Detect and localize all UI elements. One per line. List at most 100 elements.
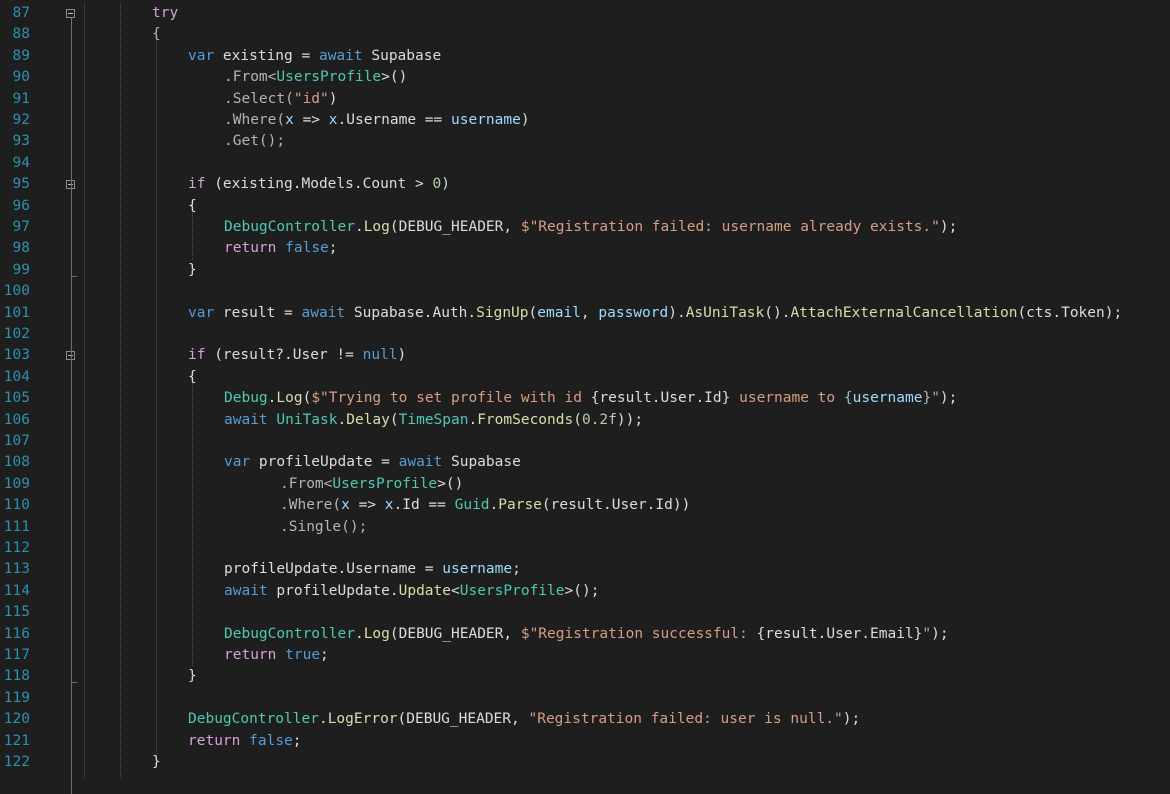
code-line[interactable]: 98 return false; [0, 238, 1170, 259]
code-token: if [188, 347, 206, 364]
code-line[interactable]: 94 [0, 153, 1170, 174]
code-token: ; [320, 647, 329, 663]
code-text[interactable]: { [188, 367, 197, 388]
code-text[interactable]: } [152, 752, 161, 773]
code-token: LogError [327, 711, 398, 728]
code-line[interactable]: 105 Debug.Log($"Trying to set profile wit… [0, 388, 1170, 409]
code-text[interactable]: DebugController.LogError(DEBUG_HEADER, "… [188, 709, 860, 730]
code-token: Debug [224, 390, 268, 407]
code-token: } [188, 668, 197, 685]
code-text[interactable]: { [188, 196, 197, 217]
code-token: email [537, 304, 581, 321]
code-text[interactable]: return true; [224, 645, 329, 666]
code-token: await [398, 454, 443, 471]
code-token: } [922, 390, 932, 407]
code-line[interactable]: 89 var existing = await Supabase [0, 46, 1170, 67]
code-line[interactable]: 101 var result = await Supabase.Auth.Sign… [0, 303, 1170, 324]
code-line[interactable]: 115 [0, 602, 1170, 623]
code-text[interactable]: return false; [188, 731, 302, 752]
code-token: .From< [280, 475, 333, 492]
code-line[interactable]: 121 return false; [0, 731, 1170, 752]
code-line[interactable]: 103 if (result?.User != null) [0, 345, 1170, 366]
code-line[interactable]: 100 [0, 281, 1170, 302]
code-line[interactable]: 110 .Where(x => x.Id == Guid.Parse(result… [0, 495, 1170, 516]
code-text[interactable]: .Select("id") [224, 89, 338, 110]
code-text[interactable]: var profileUpdate = await Supabase [224, 452, 521, 473]
code-token: .Single(); [280, 518, 368, 535]
code-line[interactable]: 97 DebugController.Log(DEBUG_HEADER, $"Re… [0, 217, 1170, 238]
code-token: => [349, 497, 385, 514]
code-text[interactable]: profileUpdate.Username = username; [224, 559, 521, 580]
code-line[interactable]: 91 .Select("id") [0, 89, 1170, 110]
code-text[interactable]: DebugController.Log(DEBUG_HEADER, $"Regi… [224, 217, 957, 238]
code-line[interactable]: 120 DebugController.LogError(DEBUG_HEADER… [0, 709, 1170, 730]
code-text[interactable]: Debug.Log($"Trying to set profile with i… [224, 388, 957, 409]
code-text[interactable]: .From<UsersProfile>() [280, 474, 463, 495]
code-text[interactable]: await profileUpdate.Update<UsersProfile>… [224, 581, 599, 602]
code-text[interactable]: return false; [224, 238, 338, 259]
code-token: (cts.Token); [1017, 304, 1123, 321]
code-text[interactable]: if (existing.Models.Count > 0) [188, 174, 450, 195]
code-token: .Where( [224, 112, 286, 128]
code-token: try [152, 5, 179, 21]
code-text[interactable]: .Where(x => x.Id == Guid.Parse(result.Us… [280, 495, 690, 516]
code-text[interactable]: } [188, 260, 197, 281]
code-token: . [354, 625, 364, 642]
line-number: 96 [12, 197, 30, 214]
code-line[interactable]: 90 .From<UsersProfile>() [0, 67, 1170, 88]
code-line[interactable]: 114 await profileUpdate.Update<UsersProfi… [0, 581, 1170, 602]
code-token: await [224, 582, 268, 599]
code-line[interactable]: 87 try [0, 3, 1170, 24]
code-token: . [318, 711, 328, 728]
code-token: , [580, 304, 599, 321]
code-line[interactable]: 92 .Where(x => x.Username == username) [0, 110, 1170, 131]
line-number: 117 [3, 647, 30, 663]
code-line[interactable]: 102 [0, 324, 1170, 345]
code-line[interactable]: 112 [0, 538, 1170, 559]
code-text[interactable]: DebugController.Log(DEBUG_HEADER, $"Regi… [224, 624, 949, 645]
code-line[interactable]: 108 var profileUpdate = await Supabase [0, 452, 1170, 473]
code-line[interactable]: 116 DebugController.Log(DEBUG_HEADER, $"R… [0, 624, 1170, 645]
code-text[interactable]: try [152, 3, 178, 24]
code-text[interactable]: if (result?.User != null) [188, 345, 406, 366]
code-line[interactable]: 107 [0, 431, 1170, 452]
code-line[interactable]: 122} [0, 752, 1170, 773]
code-line[interactable]: 119 [0, 688, 1170, 709]
code-text[interactable]: .From<UsersProfile>() [224, 67, 407, 88]
line-number: 103 [3, 347, 30, 364]
code-line[interactable]: 96 { [0, 196, 1170, 217]
code-line[interactable]: 118} [0, 666, 1170, 687]
code-token: ) [441, 176, 450, 193]
code-line[interactable]: 104 { [0, 367, 1170, 388]
code-token: DebugController [224, 625, 355, 642]
code-editor[interactable]: 87 try 88{89 var existing = await Supabase 9… [0, 0, 1170, 794]
code-line[interactable]: 106 await UniTask.Delay(TimeSpan.FromSeco… [0, 410, 1170, 431]
code-token: $"Registration failed: username already … [520, 219, 940, 235]
code-token: await [224, 411, 268, 428]
line-number: 99 [12, 261, 30, 278]
code-text[interactable]: var existing = await Supabase [188, 46, 441, 67]
code-text[interactable]: var result = await Supabase.Auth.SignUp(… [188, 303, 1122, 324]
line-number: 112 [3, 540, 30, 556]
code-token: UsersProfile [332, 475, 438, 492]
code-text[interactable]: { [152, 24, 161, 45]
code-line[interactable]: 95 if (existing.Models.Count > 0) [0, 174, 1170, 195]
code-line[interactable]: 113 profileUpdate.Username = username; [0, 559, 1170, 580]
code-token: )); [616, 411, 644, 428]
code-text[interactable]: await UniTask.Delay(TimeSpan.FromSeconds… [224, 410, 643, 431]
code-line[interactable]: 111 .Single(); [0, 517, 1170, 538]
code-token: (result?.User != [205, 347, 363, 364]
code-text[interactable]: .Single(); [280, 517, 367, 538]
code-line[interactable]: 109 .From<UsersProfile>() [0, 474, 1170, 495]
line-number: 111 [3, 518, 30, 535]
line-number: 118 [3, 668, 30, 685]
code-line[interactable]: 99} [0, 260, 1170, 281]
code-line[interactable]: 117 return true; [0, 645, 1170, 666]
code-line[interactable]: 88 { [0, 24, 1170, 45]
code-text[interactable]: } [188, 666, 197, 687]
code-line[interactable]: 93 .Get(); [0, 131, 1170, 152]
code-text[interactable]: .Get(); [224, 131, 285, 152]
code-token: ; [328, 240, 338, 257]
code-text[interactable]: .Where(x => x.Username == username) [224, 110, 530, 131]
code-token: Log [363, 625, 390, 642]
